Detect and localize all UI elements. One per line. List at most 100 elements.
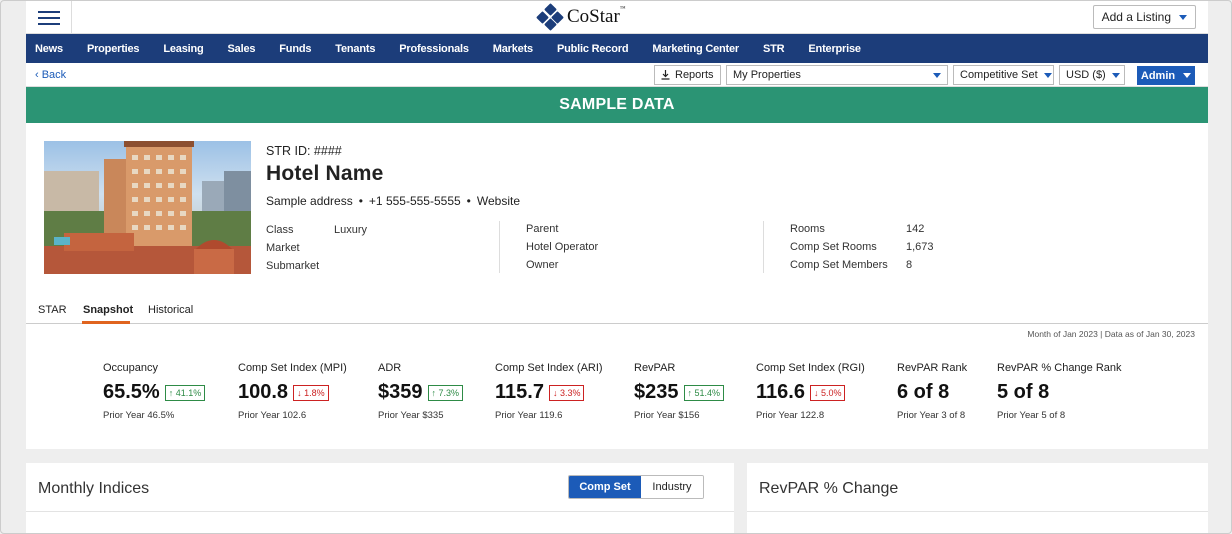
nav-professionals[interactable]: Professionals	[399, 43, 469, 55]
divider	[26, 511, 734, 512]
nav-markets[interactable]: Markets	[493, 43, 533, 55]
metric-value: 100.8	[238, 381, 289, 403]
change-badge: ↓ 3.3%	[548, 384, 585, 401]
hotel-summary: STR ID: #### Hotel Name Sample address • +…	[26, 123, 1208, 294]
currency-select[interactable]: USD ($)	[1059, 65, 1125, 85]
rooms-value: 142	[906, 223, 925, 235]
nav-funds[interactable]: Funds	[279, 43, 311, 55]
prior-year: Prior Year 5 of 8	[997, 410, 1066, 421]
market-label: Market	[266, 242, 300, 254]
report-tabs: STAR Snapshot Historical	[26, 294, 1208, 324]
separator-dot: •	[358, 194, 363, 208]
metric-label: RevPAR Rank	[897, 362, 968, 374]
main-nav: News Properties Leasing Sales Funds Tena…	[26, 34, 1208, 63]
owner-label: Owner	[526, 259, 559, 271]
metric-rgi: Comp Set Index (RGI) 116.6 ↓ 5.0% Prior Y…	[756, 362, 865, 421]
hotel-operator-label: Hotel Operator	[526, 241, 599, 253]
comp-set-rooms-label: Comp Set Rooms	[790, 241, 877, 253]
app-frame: CoStar™ Add a Listing News Properties Le…	[0, 0, 1232, 534]
prior-year: Prior Year 122.8	[756, 410, 825, 421]
nav-str[interactable]: STR	[763, 43, 785, 55]
costar-logo[interactable]: CoStar™	[536, 3, 626, 31]
metric-revpar: RevPAR $235 ↑ 51.4% Prior Year $156	[634, 362, 725, 421]
nav-leasing[interactable]: Leasing	[163, 43, 203, 55]
metric-value: 5 of 8	[997, 381, 1050, 403]
prior-year: Prior Year 46.5%	[103, 410, 175, 421]
metric-label: ADR	[378, 362, 402, 374]
hotel-website-link[interactable]: Website	[477, 194, 520, 208]
comp-set-members-field: Comp Set Members 8	[790, 259, 912, 271]
metric-value: 6 of 8	[897, 381, 950, 403]
metric-label: Comp Set Index (ARI)	[495, 362, 603, 374]
prior-year: Prior Year $156	[634, 410, 700, 421]
menu-icon[interactable]	[26, 1, 72, 34]
metric-mpi: Comp Set Index (MPI) 100.8 ↓ 1.8% Prior Y…	[238, 362, 347, 421]
metric-revpar-rank: RevPAR Rank 6 of 8 Prior Year 3 of 8	[897, 362, 967, 421]
metric-value: $359	[378, 381, 423, 403]
nav-enterprise[interactable]: Enterprise	[808, 43, 861, 55]
metric-occupancy: Occupancy 65.5% ↑ 41.1% Prior Year 46.5%	[103, 362, 206, 421]
download-icon	[661, 70, 670, 80]
my-properties-value: My Properties	[733, 69, 801, 81]
comp-set-toggle-button[interactable]: Comp Set	[569, 476, 641, 498]
metric-value: $235	[634, 381, 679, 403]
chevron-down-icon	[1111, 72, 1120, 78]
chevron-down-icon	[933, 72, 941, 78]
metric-ari: Comp Set Index (ARI) 115.7 ↓ 3.3% Prior Y…	[495, 362, 603, 421]
chevron-down-icon	[1183, 73, 1192, 78]
monthly-indices-card: Monthly Indices Comp Set Industry	[26, 463, 734, 533]
rooms-field: Rooms 142	[790, 223, 924, 235]
hotel-photo	[44, 141, 251, 274]
separator-dot: •	[466, 194, 471, 208]
add-listing-button[interactable]: Add a Listing	[1092, 5, 1196, 29]
reports-button[interactable]: Reports	[654, 65, 721, 85]
parent-label: Parent	[526, 223, 559, 235]
nav-tenants[interactable]: Tenants	[335, 43, 375, 55]
nav-properties[interactable]: Properties	[87, 43, 140, 55]
metric-label: RevPAR	[634, 362, 676, 374]
change-badge: ↑ 41.1%	[164, 384, 206, 401]
tab-star[interactable]: STAR	[38, 304, 67, 316]
hotel-address: Sample address	[266, 194, 353, 208]
metric-value: 65.5%	[103, 381, 160, 403]
comp-set-members-value: 8	[906, 259, 913, 271]
metric-label: Comp Set Index (RGI)	[756, 362, 865, 374]
chevron-down-icon	[1043, 72, 1052, 78]
monthly-indices-title: Monthly Indices	[38, 480, 150, 497]
hotel-phone[interactable]: +1 555-555-5555	[369, 194, 461, 208]
metric-revpar-change-rank: RevPAR % Change Rank 5 of 8 Prior Year 5…	[997, 362, 1122, 421]
comp-set-industry-toggle: Comp Set Industry	[568, 475, 704, 499]
divider	[499, 221, 500, 273]
top-bar: CoStar™ Add a Listing	[26, 1, 1208, 34]
reports-label: Reports	[675, 69, 714, 81]
revpar-change-title: RevPAR % Change	[759, 480, 899, 497]
str-id: STR ID: ####	[266, 144, 342, 158]
admin-label: Admin	[1140, 69, 1176, 82]
prior-year: Prior Year 102.6	[238, 410, 307, 421]
nav-marketing-center[interactable]: Marketing Center	[652, 43, 739, 55]
change-badge: ↓ 5.0%	[809, 384, 846, 401]
hotel-name: Hotel Name	[266, 162, 384, 185]
tab-snapshot[interactable]: Snapshot	[83, 304, 133, 316]
revpar-change-card: RevPAR % Change	[747, 463, 1208, 533]
currency-value: USD ($)	[1066, 69, 1106, 81]
my-properties-select[interactable]: My Properties	[726, 65, 948, 85]
hotel-contact-line: Sample address • +1 555-555-5555 • Website	[266, 194, 520, 208]
metric-label: RevPAR % Change Rank	[997, 362, 1122, 374]
class-label: Class	[266, 224, 294, 236]
divider	[763, 221, 764, 273]
nav-sales[interactable]: Sales	[228, 43, 256, 55]
sub-toolbar: ‹ Back Reports My Properties Competitive…	[26, 63, 1208, 87]
change-badge: ↑ 7.3%	[427, 384, 464, 401]
class-field: Class Luxury	[266, 224, 367, 236]
nav-public-record[interactable]: Public Record	[557, 43, 629, 55]
nav-news[interactable]: News	[35, 43, 63, 55]
kpi-panel: Month of Jan 2023 | Data as of Jan 30, 2…	[26, 324, 1208, 449]
class-value: Luxury	[334, 224, 368, 236]
industry-toggle-button[interactable]: Industry	[641, 476, 703, 498]
metric-label: Occupancy	[103, 362, 159, 374]
back-link[interactable]: ‹ Back	[35, 69, 66, 81]
competitive-set-select[interactable]: Competitive Set	[953, 65, 1054, 85]
admin-button[interactable]: Admin	[1137, 66, 1195, 85]
tab-historical[interactable]: Historical	[148, 304, 193, 316]
